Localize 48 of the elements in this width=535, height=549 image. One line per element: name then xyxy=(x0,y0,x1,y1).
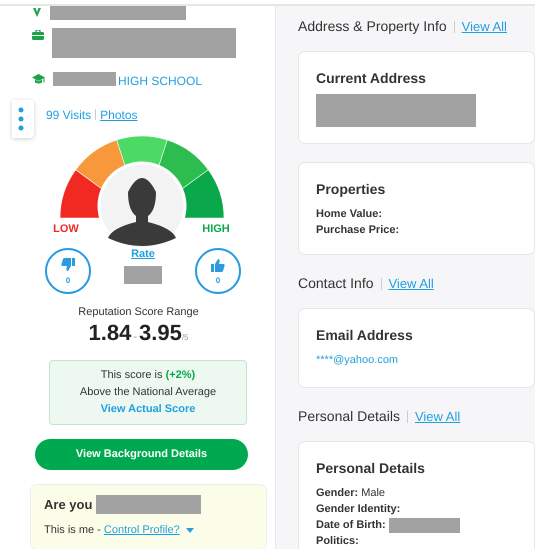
section-title: Personal Details xyxy=(298,407,400,426)
dislike-button[interactable]: 0 xyxy=(45,248,91,294)
score-scale: /5 xyxy=(182,332,188,344)
field-label: Purchase Price: xyxy=(316,223,400,238)
card-title: Current Address xyxy=(316,69,427,88)
score-low: 1.84 xyxy=(88,320,132,344)
visit-count: 99 Visits xyxy=(46,108,92,122)
claim-title: Are you xyxy=(44,496,92,514)
view-all-link[interactable]: View All xyxy=(462,16,507,36)
high-label: HIGH xyxy=(202,223,230,235)
graduation-cap-icon xyxy=(32,74,45,85)
section-title: Address & Property Info xyxy=(298,17,447,36)
like-button[interactable]: 0 xyxy=(195,248,241,294)
score-comparison-note: Above the National Average xyxy=(78,384,218,400)
field-label: Gender Identity: xyxy=(316,502,400,517)
menu-icon[interactable] xyxy=(12,100,34,138)
low-label: LOW xyxy=(53,223,79,235)
caret-icon xyxy=(186,528,194,533)
avatar-icon xyxy=(98,162,186,250)
control-profile-link[interactable]: Control Profile? xyxy=(104,522,180,538)
field-label: Date of Birth: xyxy=(316,518,386,533)
email-link[interactable]: ****@yahoo.com xyxy=(316,352,398,368)
thumbs-up-icon xyxy=(211,258,225,272)
field-label: Gender: xyxy=(316,486,358,501)
claim-text: This is me - xyxy=(44,523,102,538)
redaction-bar xyxy=(124,266,162,284)
briefcase-icon xyxy=(32,30,44,40)
section-title: Contact Info xyxy=(298,274,374,293)
pin-icon xyxy=(32,8,42,18)
background-details-button[interactable]: View Background Details xyxy=(35,438,248,470)
rate-link[interactable]: Rate xyxy=(131,246,155,262)
score-range-title: Reputation Score Range xyxy=(77,305,200,320)
view-score-link[interactable]: View Actual Score xyxy=(100,402,196,414)
score-high: 3.95 xyxy=(139,320,182,344)
view-all-link[interactable]: View All xyxy=(388,274,434,294)
field-value: Male xyxy=(361,486,386,501)
card-title: Email Address xyxy=(316,326,414,345)
school-name: HIGH SCHOOL xyxy=(118,73,202,90)
field-label: Politics: xyxy=(316,534,359,549)
score-separator: - xyxy=(133,330,137,344)
redaction-bar xyxy=(53,72,116,86)
thumbs-down-icon xyxy=(61,258,75,272)
photos-link[interactable]: Photos xyxy=(100,108,138,122)
card-title: Properties xyxy=(316,180,386,199)
field-label: Home Value: xyxy=(316,207,382,222)
view-all-link[interactable]: View All xyxy=(414,406,460,426)
score-comparison: This score is (+2%) xyxy=(100,368,196,382)
card-title: Personal Details xyxy=(316,459,426,478)
